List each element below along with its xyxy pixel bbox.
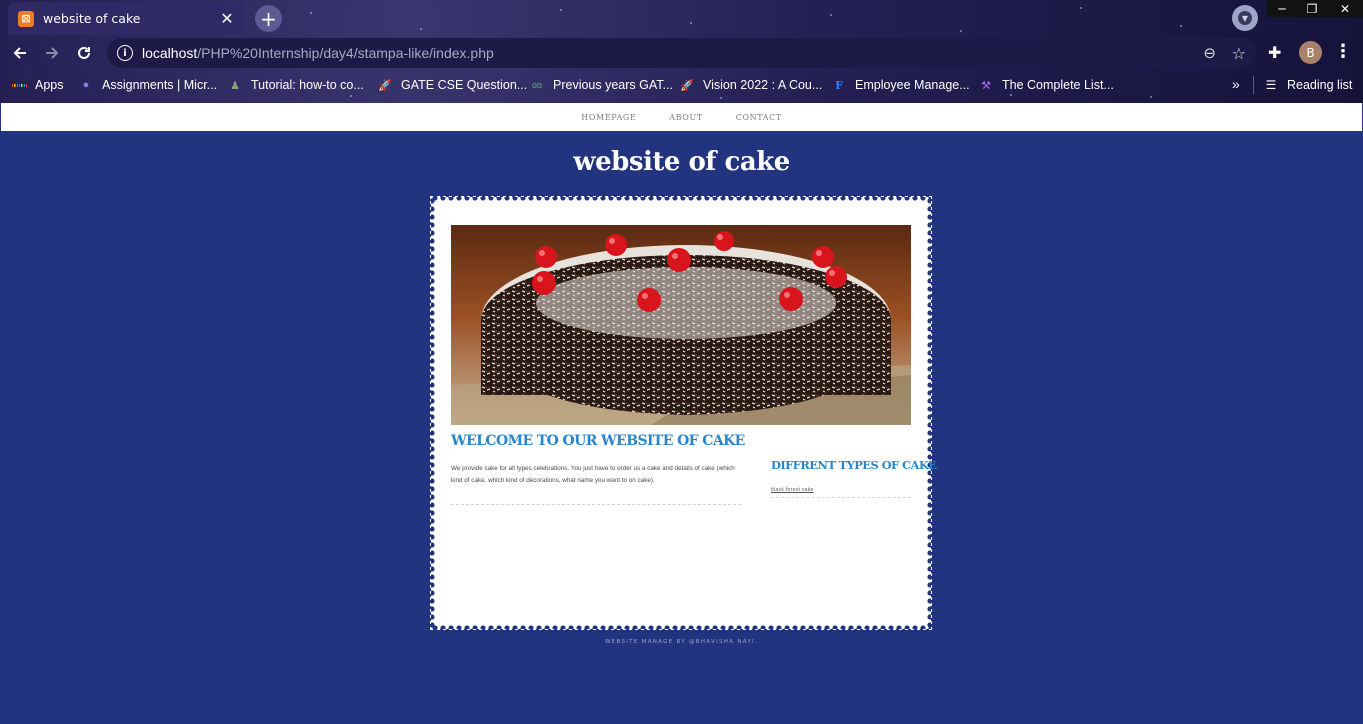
cake-types-heading: DIFFRENT TYPES OF CAKE <box>771 458 937 472</box>
content-divider <box>451 504 741 505</box>
bookmark-tutorial[interactable]: ♟ Tutorial: how-to co... <box>228 75 364 95</box>
reading-list-label: Reading list <box>1287 78 1353 92</box>
rocket-icon: 🚀 <box>680 79 694 92</box>
bookmarks-divider <box>1253 76 1254 94</box>
bookmark-label: Assignments | Micr... <box>102 78 218 92</box>
bookmark-label: Previous years GAT... <box>553 78 673 92</box>
bookmark-label: Tutorial: how-to co... <box>251 78 364 92</box>
bookmark-label: GATE CSE Question... <box>401 78 528 92</box>
bookmark-complete-list[interactable]: ⚒ The Complete List... <box>979 75 1114 95</box>
hammer-icon: ⚒ <box>981 79 991 92</box>
xampp-icon: ⊠ <box>18 10 34 27</box>
forward-button[interactable] <box>39 40 65 66</box>
bookmark-assignments[interactable]: ● Assignments | Micr... <box>79 75 217 95</box>
menu-dots-icon[interactable]: ⋮ <box>1334 41 1352 62</box>
cake-image <box>451 225 911 425</box>
bookmark-label: The Complete List... <box>1002 78 1114 92</box>
tab-search-button[interactable]: ▼ <box>1232 5 1258 31</box>
site-title: website of cake <box>573 147 790 177</box>
bookmark-label: Employee Manage... <box>855 78 970 92</box>
address-bar[interactable]: i localhost/PHP%20Internship/day4/stampa… <box>107 38 1256 68</box>
window-close-button[interactable]: ✕ <box>1327 0 1363 17</box>
info-icon[interactable]: i <box>117 45 133 61</box>
rocket-icon: 🚀 <box>378 79 392 92</box>
bookmark-vision-2022[interactable]: 🚀 Vision 2022 : A Cou... <box>680 75 822 95</box>
new-tab-button[interactable]: + <box>255 5 282 32</box>
zoom-icon[interactable]: ⊖ <box>1203 44 1216 62</box>
bookmark-label: Vision 2022 : A Cou... <box>703 78 823 92</box>
extensions-icon[interactable]: ✚ <box>1268 43 1281 62</box>
reload-button[interactable] <box>71 40 97 66</box>
bookmark-previous-years[interactable]: ɑɑ Previous years GAT... <box>530 75 673 95</box>
profile-avatar[interactable]: B <box>1299 41 1322 64</box>
reload-icon <box>78 46 90 59</box>
tab-title: website of cake <box>43 11 141 26</box>
cake-type-link[interactable]: black forest cake <box>771 487 814 493</box>
bookmarks-overflow-button[interactable]: » <box>1232 76 1240 92</box>
close-tab-icon[interactable]: ✕ <box>219 9 235 28</box>
browser-chrome: ⊠ website of cake ✕ + ▼ ─ ❐ ✕ i localhos… <box>0 0 1363 103</box>
restore-button[interactable]: ❐ <box>1297 0 1327 17</box>
url-text[interactable]: localhost/PHP%20Internship/day4/stampa-l… <box>142 45 494 61</box>
sidebar-divider <box>771 497 911 498</box>
nav-homepage[interactable]: HOMEPAGE <box>581 113 636 122</box>
chevron-down-icon: ▼ <box>1238 11 1252 25</box>
bookmark-figure-icon: ♟ <box>230 79 240 92</box>
f-logo-icon: F <box>835 78 843 92</box>
tab-strip: ⊠ website of cake ✕ + ▼ ─ ❐ ✕ <box>0 0 1363 35</box>
welcome-heading: WELCOME TO OUR WEBSITE OF CAKE <box>451 433 745 449</box>
nav-contact[interactable]: CONTACT <box>736 113 782 122</box>
forward-arrow-icon <box>46 47 59 59</box>
nav-scalloped-edge <box>1 127 1362 135</box>
bookmark-star-icon[interactable]: ☆ <box>1232 44 1246 63</box>
browser-toolbar: i localhost/PHP%20Internship/day4/stampa… <box>0 35 1363 70</box>
teams-icon: ● <box>82 79 90 91</box>
reading-list-button[interactable]: ☰ Reading list <box>1264 75 1353 95</box>
nav-about[interactable]: ABOUT <box>669 113 702 122</box>
apps-grid-icon <box>12 78 26 92</box>
welcome-text: We provide cake for all types celebratio… <box>451 465 735 484</box>
browser-tab[interactable]: ⊠ website of cake ✕ <box>8 2 245 35</box>
bookmark-gate-cse[interactable]: 🚀 GATE CSE Question... <box>378 75 527 95</box>
back-button[interactable] <box>7 40 33 66</box>
back-arrow-icon <box>13 47 26 59</box>
bookmark-apps[interactable]: Apps <box>12 75 64 95</box>
black-forest-cake-illustration <box>451 225 911 425</box>
minimize-button[interactable]: ─ <box>1267 0 1297 17</box>
bookmarks-bar: Apps ● Assignments | Micr... ♟ Tutorial:… <box>0 70 1363 99</box>
reading-list-icon: ☰ <box>1265 78 1277 92</box>
bookmark-employee-manage[interactable]: F Employee Manage... <box>832 75 970 95</box>
bookmark-label: Apps <box>35 78 64 92</box>
site-footer: WEBSITE MANAGE BY @BHAVISHA NAYI. <box>604 639 759 645</box>
gg-icon: ɑɑ <box>531 80 542 90</box>
